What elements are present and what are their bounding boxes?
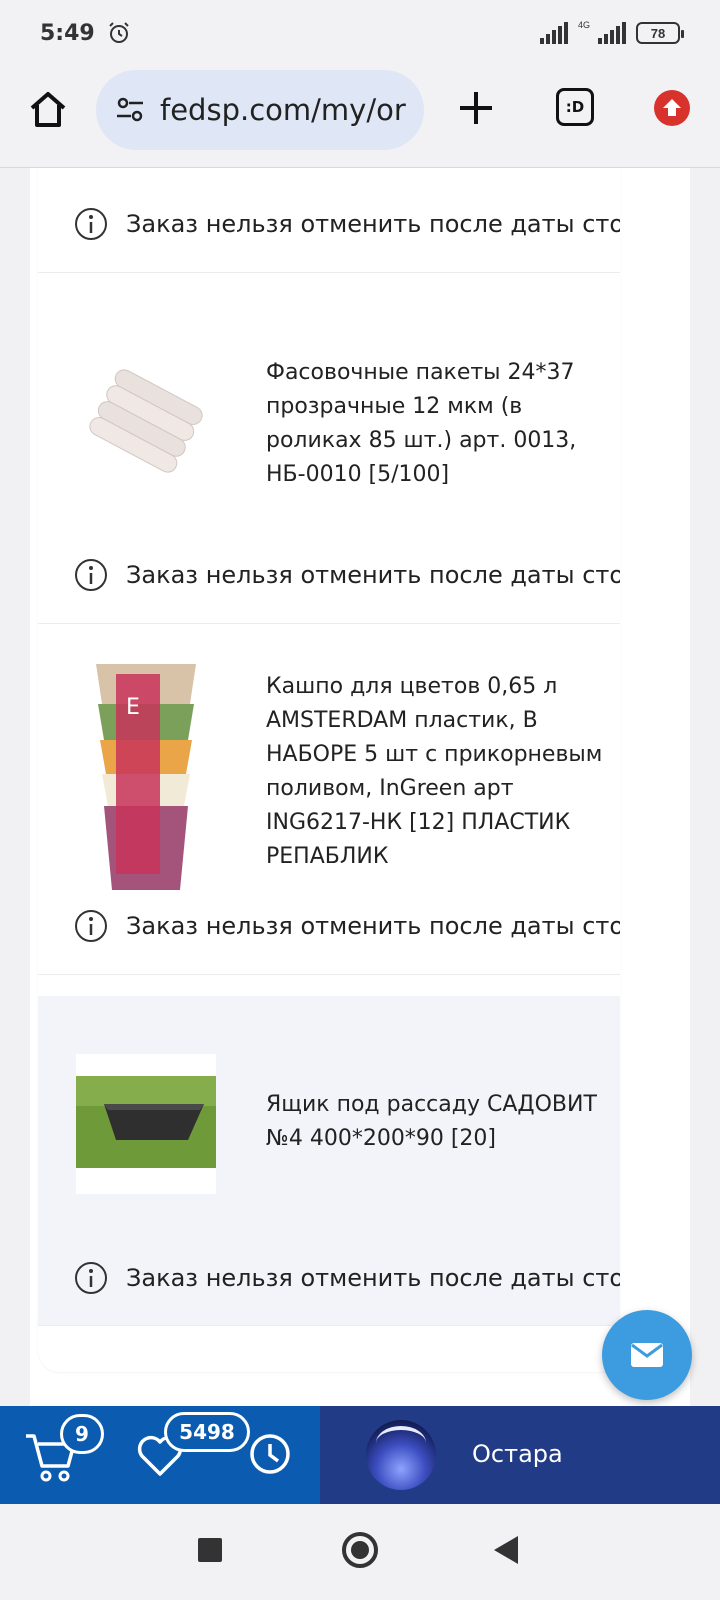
update-button[interactable]	[654, 90, 690, 126]
cancel-notice: Заказ нельзя отменить после даты стопа	[74, 1258, 620, 1298]
arrow-up-icon	[663, 99, 681, 116]
tabs-button-label: :D	[565, 98, 585, 116]
battery-level: 78	[650, 25, 666, 41]
list-item[interactable]: E Кашпо для цветов 0,65 л AMSTERDAM плас…	[38, 624, 620, 975]
back-icon[interactable]	[494, 1536, 518, 1564]
list-item: Заказ нельзя отменить после даты стопа	[38, 168, 620, 273]
order-items-list: Заказ нельзя отменить после даты стопа Ф…	[38, 168, 620, 1372]
product-title[interactable]: Фасовочные пакеты 24*37 прозрачные 12 мк…	[266, 356, 606, 492]
product-title[interactable]: Ящик под рассаду САДОВИТ №4 400*200*90 […	[266, 1088, 606, 1156]
user-name[interactable]: Остара	[472, 1440, 563, 1468]
home-nav-icon[interactable]	[342, 1532, 378, 1568]
info-icon	[75, 559, 107, 591]
info-icon	[75, 1262, 107, 1294]
new-tab-icon[interactable]	[456, 88, 496, 128]
info-icon	[75, 910, 107, 942]
status-bar: 5:49 4G 78	[0, 0, 720, 66]
notice-text: Заказ нельзя отменить после даты стопа	[126, 210, 620, 238]
avatar[interactable]	[366, 1420, 436, 1490]
product-image[interactable]	[76, 1054, 216, 1194]
info-icon	[75, 208, 107, 240]
product-image[interactable]	[76, 351, 216, 491]
product-title[interactable]: Кашпо для цветов 0,65 л AMSTERDAM пласти…	[266, 670, 606, 874]
notice-text: Заказ нельзя отменить после даты стопа	[126, 561, 620, 589]
bottom-app-bar: 9 5498 Остара	[0, 1406, 720, 1504]
address-bar[interactable]: fedsp.com/my/or	[96, 70, 424, 150]
cart-count: 9	[75, 1422, 89, 1446]
product-image[interactable]: E	[76, 654, 216, 894]
status-time: 5:49	[40, 20, 95, 46]
site-settings-icon[interactable]	[114, 94, 146, 126]
page-content[interactable]: Заказ нельзя отменить после даты стопа Ф…	[0, 168, 720, 1406]
cart-count-badge[interactable]: 9	[60, 1414, 104, 1454]
cancel-notice: Заказ нельзя отменить после даты стопа	[74, 906, 620, 946]
recent-apps-icon[interactable]	[198, 1538, 222, 1562]
cancel-notice: Заказ нельзя отменить после даты стопа	[74, 555, 620, 595]
browser-toolbar: fedsp.com/my/or :D	[0, 66, 720, 168]
tabs-button[interactable]: :D	[556, 88, 594, 126]
battery-indicator: 78	[636, 22, 684, 44]
notice-text: Заказ нельзя отменить после даты стопа	[126, 1264, 620, 1292]
signal-icon	[539, 22, 568, 44]
contact-mail-button[interactable]	[602, 1310, 692, 1400]
list-item[interactable]: Ящик под рассаду САДОВИТ №4 400*200*90 […	[38, 996, 620, 1326]
user-profile[interactable]: Остара	[320, 1406, 720, 1504]
network-type-label: 4G	[577, 20, 590, 30]
favorites-count: 5498	[179, 1420, 235, 1444]
favorites-count-badge[interactable]: 5498	[164, 1412, 250, 1452]
notice-text: Заказ нельзя отменить после даты стопа	[126, 912, 620, 940]
url-text[interactable]: fedsp.com/my/or	[160, 93, 410, 127]
bottom-actions: 9 5498	[0, 1406, 320, 1504]
home-icon[interactable]	[26, 88, 70, 132]
cancel-notice: Заказ нельзя отменить после даты стопа	[74, 204, 620, 244]
list-item[interactable]: Фасовочные пакеты 24*37 прозрачные 12 мк…	[38, 273, 620, 624]
signal-4g-icon	[598, 22, 626, 44]
system-navigation-bar	[0, 1504, 720, 1600]
history-icon[interactable]	[244, 1430, 292, 1478]
mail-icon	[631, 1343, 663, 1367]
alarm-icon	[109, 22, 129, 43]
svg-text:E: E	[126, 695, 140, 720]
